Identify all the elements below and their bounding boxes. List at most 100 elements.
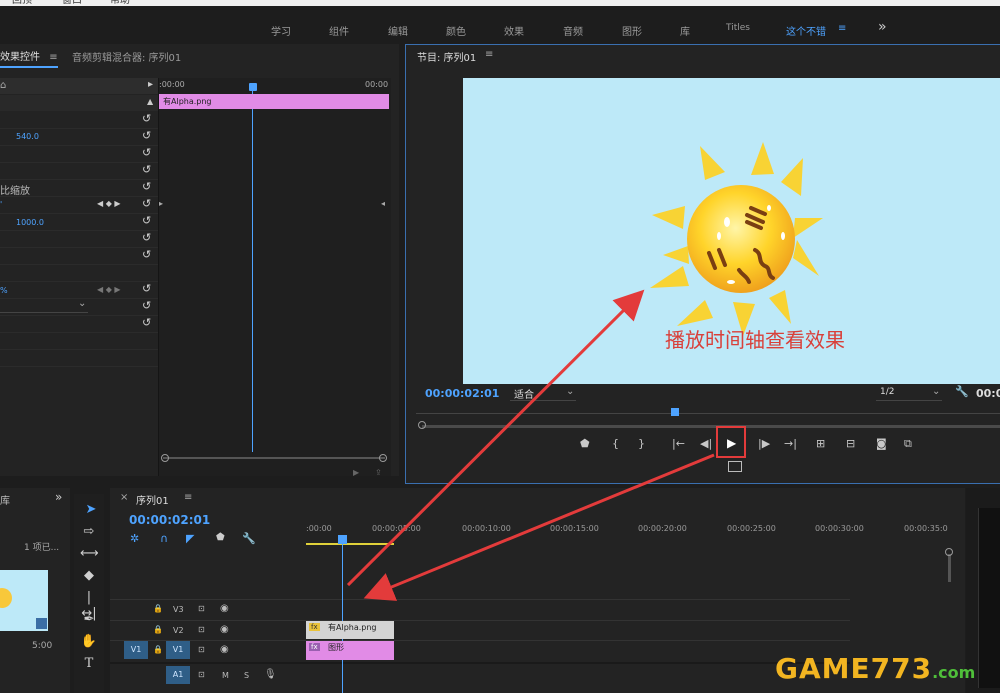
snap-icon[interactable]: ✲ — [130, 532, 139, 545]
reset-icon[interactable]: ↺ — [142, 282, 151, 295]
wrench-icon[interactable]: 🔧 — [955, 385, 969, 398]
program-timecode[interactable]: 00:00:02:01 — [425, 387, 499, 400]
source-patch-v1[interactable]: V1 — [124, 641, 148, 659]
slip-tool-icon[interactable]: |↔| — [80, 590, 98, 621]
step-back-icon[interactable]: ◀| — [700, 437, 712, 450]
program-ruler[interactable] — [416, 413, 1000, 422]
compare-icon[interactable]: ⧉ — [904, 437, 912, 451]
reset-icon[interactable]: ↺ — [142, 316, 151, 329]
reset-icon[interactable]: ↺ — [142, 146, 151, 159]
eye-icon[interactable]: ◉ — [220, 644, 229, 655]
sync-icon[interactable]: ⊡ — [198, 645, 205, 654]
scroll-handle-left[interactable] — [161, 454, 169, 462]
mark-in-icon[interactable]: { — [612, 437, 619, 450]
collapse-arrow-icon[interactable]: ▲ — [147, 97, 153, 106]
add-marker-icon[interactable]: ◤ — [186, 532, 194, 545]
sync-icon[interactable]: ⊡ — [198, 670, 205, 679]
clip-graphic[interactable]: fx 图形 — [306, 641, 394, 660]
workspace-tab-learning[interactable]: 学习 — [271, 23, 291, 38]
program-scroll-handle[interactable] — [418, 421, 426, 429]
workspace-tab-audio[interactable]: 音频 — [563, 23, 583, 38]
mute-button[interactable]: M — [222, 671, 229, 680]
camera-icon[interactable]: ◙ — [876, 437, 887, 450]
program-playhead[interactable] — [671, 408, 679, 416]
expand-arrow-icon[interactable]: ▸ — [148, 79, 153, 90]
export-icon[interactable]: ⇪ — [375, 468, 382, 477]
go-to-out-icon[interactable]: →| — [784, 437, 797, 450]
timeline-tab-menu-icon[interactable]: ≡ — [184, 492, 192, 503]
timeline-settings-wrench-icon[interactable]: 🔧 — [242, 532, 256, 545]
play-audio-icon[interactable]: ▶ — [353, 468, 359, 477]
sync-icon[interactable]: ⊡ — [198, 604, 205, 613]
lock-icon[interactable]: 🔒 — [153, 645, 163, 654]
solo-button[interactable]: S — [244, 671, 249, 680]
workspace-tab-custom[interactable]: 这个不错 — [786, 23, 826, 38]
timeline-vscroll[interactable] — [948, 554, 951, 582]
anchor-value[interactable]: 1000.0 — [16, 218, 44, 227]
pen-tool-icon[interactable]: ✒ — [80, 612, 98, 628]
lock-icon[interactable]: 🔒 — [153, 625, 163, 634]
work-area-bar[interactable] — [306, 543, 394, 545]
reset-icon[interactable]: ↺ — [142, 231, 151, 244]
mini-scrollbar[interactable] — [163, 457, 385, 459]
reset-icon[interactable]: ↺ — [142, 214, 151, 227]
play-button[interactable]: ▶ — [716, 426, 746, 458]
track-a1-label[interactable]: A1 — [166, 666, 190, 684]
audio-mixer-tab[interactable]: 音频剪辑混合器: 序列01 — [72, 49, 181, 64]
marker-icon[interactable]: ⬟ — [216, 532, 225, 543]
blend-mode-select[interactable]: ⌄ — [0, 298, 88, 313]
safe-margin-icon[interactable] — [728, 461, 742, 472]
keyframe-nav-icon[interactable]: ◀ ◆ ▶ — [97, 199, 121, 208]
program-monitor-menu-icon[interactable]: ≡ — [485, 49, 493, 60]
reset-icon[interactable]: ↺ — [142, 129, 151, 142]
position-value[interactable]: 540.0 — [16, 132, 39, 141]
workspace-tab-color[interactable]: 颜色 — [446, 23, 466, 38]
extract-icon[interactable]: ⊟ — [846, 437, 855, 450]
lift-icon[interactable]: ⊞ — [816, 437, 825, 450]
timeline-tab-label[interactable]: 序列01 — [136, 492, 169, 507]
program-scrollbar[interactable] — [422, 425, 1000, 428]
step-forward-icon[interactable]: |▶ — [758, 437, 770, 450]
keyframe-nav-icon-2[interactable]: ◀ ◆ ▶ — [97, 285, 121, 294]
fit-select[interactable]: 适合 ⌄ — [510, 386, 576, 401]
opacity-value[interactable]: % — [0, 286, 8, 295]
workspace-tab-editing[interactable]: 编辑 — [388, 23, 408, 38]
project-thumbnail[interactable] — [0, 570, 48, 631]
effect-controls-tab[interactable]: 效果控件 ≡ — [0, 48, 58, 68]
project-overflow-icon[interactable]: » — [55, 490, 62, 504]
scroll-handle-right[interactable] — [379, 454, 387, 462]
eye-icon[interactable]: ◉ — [220, 624, 229, 635]
reset-icon[interactable]: ↺ — [142, 197, 151, 210]
reset-icon[interactable]: ↺ — [142, 180, 151, 193]
lock-icon[interactable]: 🔒 — [153, 604, 163, 613]
mini-clip-bar[interactable]: 有Alpha.png — [159, 94, 389, 109]
ripple-edit-tool-icon[interactable]: ⟷ — [80, 546, 99, 562]
microphone-icon[interactable]: 🎙 — [264, 669, 277, 680]
vscroll-handle[interactable] — [945, 548, 953, 556]
eye-icon[interactable]: ◉ — [220, 603, 229, 614]
resolution-select[interactable]: 1/2 ⌄ — [876, 386, 942, 401]
workspace-tab-graphics[interactable]: 图形 — [622, 23, 642, 38]
reset-icon[interactable]: ↺ — [142, 299, 151, 312]
track-select-tool-icon[interactable]: ⇨ — [80, 524, 98, 540]
mini-playhead-handle[interactable] — [249, 83, 257, 91]
go-to-in-icon[interactable]: |← — [672, 437, 685, 450]
reset-icon[interactable]: ↺ — [142, 163, 151, 176]
reset-icon[interactable]: ↺ — [142, 112, 151, 125]
tab-menu-icon[interactable]: ≡ — [49, 52, 57, 63]
razor-tool-icon[interactable]: ◆ — [80, 568, 98, 584]
type-tool-icon[interactable]: T — [80, 656, 98, 672]
workspace-overflow-icon[interactable]: » — [878, 19, 887, 35]
reset-icon[interactable]: ↺ — [142, 248, 151, 261]
workspace-tab-libraries[interactable]: 库 — [680, 23, 690, 38]
sync-icon[interactable]: ⊡ — [198, 625, 205, 634]
track-v1-label[interactable]: V1 — [166, 641, 190, 659]
timeline-timecode[interactable]: 00:00:02:01 — [129, 513, 210, 527]
workspace-tab-assembly[interactable]: 组件 — [329, 23, 349, 38]
workspace-tab-titles[interactable]: Titles — [726, 23, 750, 33]
workspace-menu-icon[interactable]: ≡ — [838, 23, 846, 34]
project-tab[interactable]: 库 — [0, 492, 10, 507]
clip-alpha-png[interactable]: fx 有Alpha.png — [306, 621, 394, 639]
mark-out-icon[interactable]: } — [638, 437, 645, 450]
selection-tool-icon[interactable]: ➤ — [82, 502, 100, 518]
